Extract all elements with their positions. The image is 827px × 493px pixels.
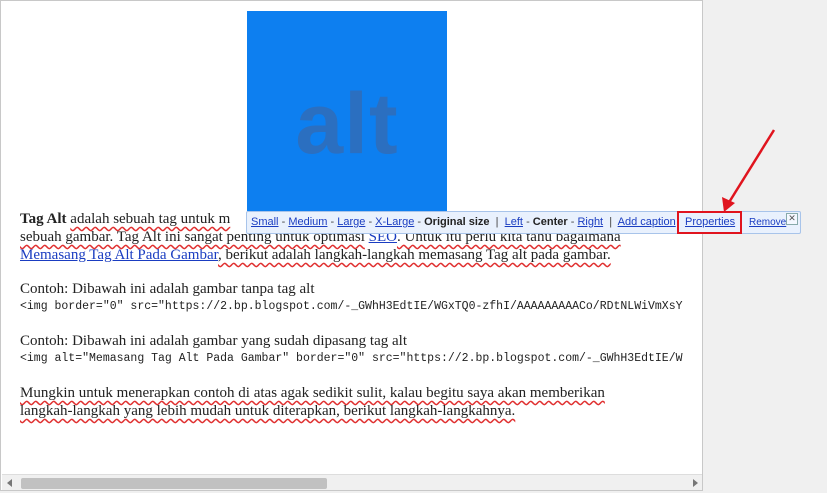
align-center-current: Center <box>532 216 568 228</box>
red-arrow-icon <box>722 129 776 212</box>
tag-alt-bold: Tag Alt <box>20 211 67 227</box>
intro-line3-text: , berikut adalah langkah-langkah memasan… <box>218 247 611 263</box>
scroll-right-icon[interactable] <box>693 479 698 487</box>
image-alt-text: alt <box>295 76 399 172</box>
example1-code: <img border="0" src="https://2.bp.blogsp… <box>20 300 683 313</box>
size-original-current: Original size <box>424 216 490 228</box>
closing-line2: langkah-langkah yang lebih mudah untuk d… <box>20 403 516 419</box>
scrollbar-thumb[interactable] <box>21 478 327 489</box>
closing-line1: Mungkin untuk menerapkan contoh di atas … <box>20 385 605 401</box>
example2-code: <img alt="Memasang Tag Alt Pada Gambar" … <box>20 352 683 365</box>
paragraph-intro-line3: Memasang Tag Alt Pada Gambar, berikut ad… <box>20 246 700 264</box>
size-small-link[interactable]: Small <box>251 216 279 228</box>
scroll-left-icon[interactable] <box>7 479 12 487</box>
size-xlarge-link[interactable]: X-Large <box>375 216 414 228</box>
align-left-link[interactable]: Left <box>505 216 523 228</box>
add-caption-link[interactable]: Add caption <box>618 216 676 228</box>
horizontal-scrollbar[interactable] <box>2 474 702 490</box>
example1-label: Contoh: Dibawah ini adalah gambar tanpa … <box>20 281 315 297</box>
memasang-tag-alt-link[interactable]: Memasang Tag Alt Pada Gambar <box>20 247 218 263</box>
size-large-link[interactable]: Large <box>337 216 365 228</box>
intro-line1-text: adalah sebuah tag untuk m <box>70 211 231 227</box>
post-content[interactable]: Tag Alt adalah sebuah tag untuk m sebuah… <box>20 210 700 420</box>
align-right-link[interactable]: Right <box>577 216 603 228</box>
post-editor[interactable]: alt Tag Alt adalah sebuah tag untuk m se… <box>0 0 703 491</box>
size-medium-link[interactable]: Medium <box>288 216 327 228</box>
selected-image[interactable]: alt <box>247 11 447 211</box>
example2-label: Contoh: Dibawah ini adalah gambar yang s… <box>20 333 407 349</box>
